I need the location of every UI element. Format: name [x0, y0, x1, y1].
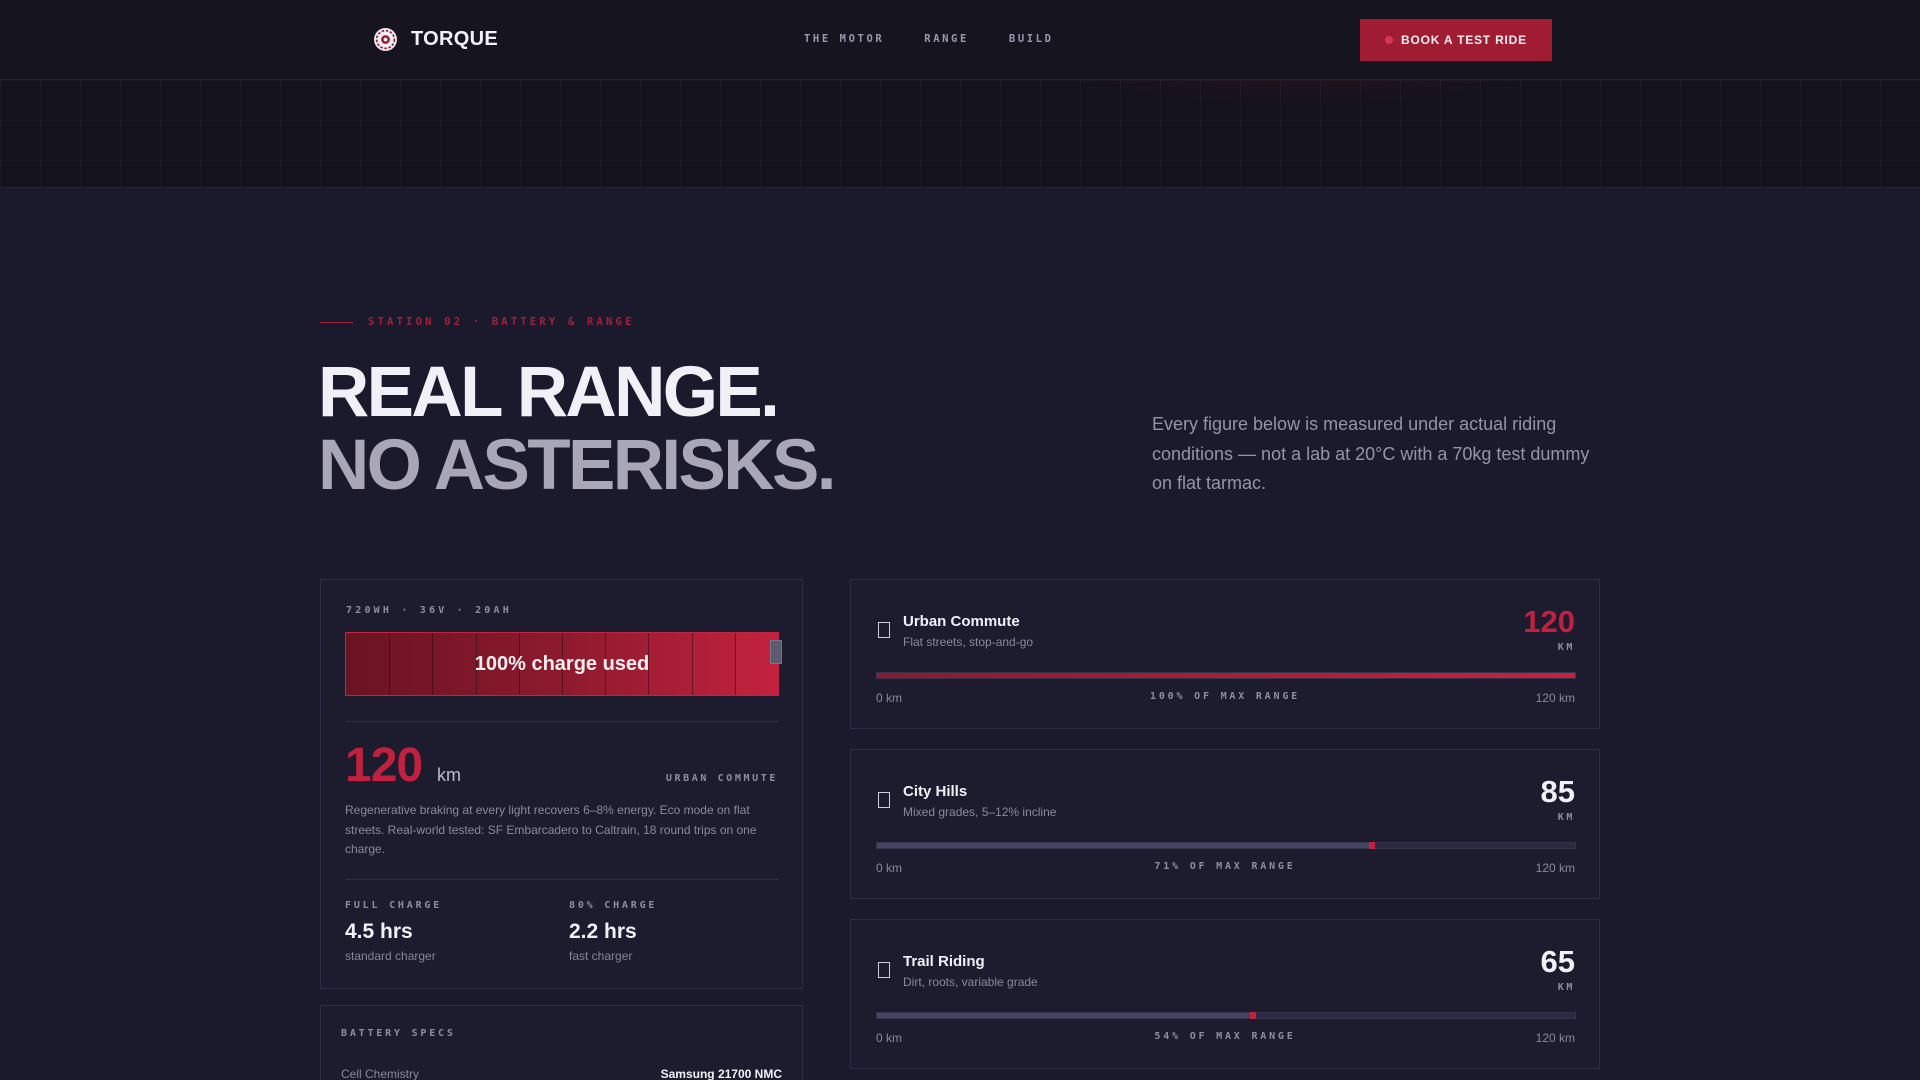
book-test-ride-button[interactable]: BOOK A TEST RIDE	[1360, 19, 1552, 61]
headline-line-2: NO ASTERISKS.	[318, 426, 836, 505]
route-max-label: 120 km	[1535, 1031, 1575, 1045]
divider	[345, 721, 779, 722]
book-test-ride-label: BOOK A TEST RIDE	[1401, 33, 1527, 47]
full-charge-value: 4.5 hrs	[345, 920, 413, 943]
section-eyebrow: STATION 02 · BATTERY & RANGE	[320, 316, 635, 328]
route-km-value: 85	[1540, 774, 1575, 809]
navbar: TORQUE THE MOTOR RANGE BUILD BOOK A TEST…	[0, 0, 1920, 80]
route-range-fill	[877, 673, 1575, 678]
battery-specs-card: BATTERY SPECS Cell Chemistry Samsung 217…	[320, 1005, 803, 1080]
range-unit: km	[437, 765, 461, 785]
battery-specs-title: BATTERY SPECS	[341, 1028, 456, 1039]
battery-card: 720WH · 36V · 20AH 100% charge used 120 …	[320, 579, 803, 989]
battery-charge-label: 100% charge used	[474, 652, 650, 675]
battery-charge-bar: 100% charge used	[345, 632, 779, 696]
route-max-label: 120 km	[1535, 861, 1575, 875]
route-name: City Hills	[903, 783, 968, 800]
route-km-value: 120	[1523, 604, 1575, 639]
route-card-urban-commute[interactable]: Urban Commute Flat streets, stop-and-go …	[850, 579, 1600, 729]
spec-row-value: Samsung 21700 NMC	[660, 1067, 782, 1080]
range-value: 120	[345, 739, 423, 792]
route-card-city-hills[interactable]: City Hills Mixed grades, 5–12% incline 8…	[850, 749, 1600, 899]
spec-row-label: Cell Chemistry	[341, 1067, 420, 1080]
route-km-unit: KM	[1557, 982, 1575, 993]
brand[interactable]: TORQUE	[373, 27, 498, 52]
route-percent-label: 100% OF MAX RANGE	[1150, 691, 1300, 702]
eyebrow-text: STATION 02 · BATTERY & RANGE	[368, 316, 635, 328]
nav-link-the-motor[interactable]: THE MOTOR	[804, 33, 884, 45]
route-percent-label: 71% OF MAX RANGE	[1154, 861, 1296, 872]
battery-terminal	[770, 640, 782, 664]
brand-name: TORQUE	[411, 28, 498, 50]
checkbox-icon[interactable]	[878, 792, 890, 808]
fast-charge-label: 80% CHARGE	[569, 900, 658, 911]
full-charge-sub: standard charger	[345, 949, 436, 963]
route-percent-label: 54% OF MAX RANGE	[1154, 1031, 1296, 1042]
wheel-logo-icon	[374, 28, 397, 51]
dot-icon	[1385, 36, 1394, 44]
divider	[345, 879, 779, 880]
route-km-unit: KM	[1557, 642, 1575, 653]
route-km-unit: KM	[1557, 812, 1575, 823]
nav-link-range[interactable]: RANGE	[924, 33, 969, 45]
route-name: Urban Commute	[903, 613, 1020, 630]
route-range-track	[876, 1012, 1576, 1019]
route-range-track	[876, 842, 1576, 849]
fast-charge-sub: fast charger	[569, 949, 633, 963]
nav-link-build[interactable]: BUILD	[1009, 33, 1054, 45]
route-max-label: 120 km	[1535, 691, 1575, 705]
route-range-fill	[877, 1012, 1256, 1019]
full-charge-stat: FULL CHARGE 4.5 hrs standard charger	[345, 900, 442, 963]
range-description: Regenerative braking at every light reco…	[345, 803, 757, 856]
eyebrow-line	[320, 321, 353, 323]
range-mode: URBAN COMMUTE	[665, 773, 778, 784]
route-subtitle: Flat streets, stop-and-go	[903, 635, 1034, 649]
route-name: Trail Riding	[903, 953, 985, 970]
headline-line-1: REAL RANGE.	[318, 353, 780, 432]
intro-description: Every figure below is measured under act…	[1152, 414, 1590, 493]
route-subtitle: Dirt, roots, variable grade	[903, 975, 1038, 989]
route-range-track	[876, 672, 1576, 679]
battery-spec-code: 720WH · 36V · 20AH	[346, 605, 512, 616]
fast-charge-stat: 80% CHARGE 2.2 hrs fast charger	[569, 900, 657, 963]
fast-charge-value: 2.2 hrs	[569, 920, 637, 943]
page-title: REAL RANGE. NO ASTERISKS.	[318, 353, 836, 505]
route-km-value: 65	[1540, 944, 1575, 979]
route-range-fill	[877, 842, 1375, 849]
route-card-trail-riding[interactable]: Trail Riding Dirt, roots, variable grade…	[850, 919, 1600, 1069]
full-charge-label: FULL CHARGE	[345, 900, 443, 911]
route-subtitle: Mixed grades, 5–12% incline	[903, 805, 1057, 819]
checkbox-icon[interactable]	[878, 962, 890, 978]
checkbox-icon[interactable]	[878, 622, 890, 638]
nav-links: THE MOTOR RANGE BUILD	[804, 33, 1054, 45]
